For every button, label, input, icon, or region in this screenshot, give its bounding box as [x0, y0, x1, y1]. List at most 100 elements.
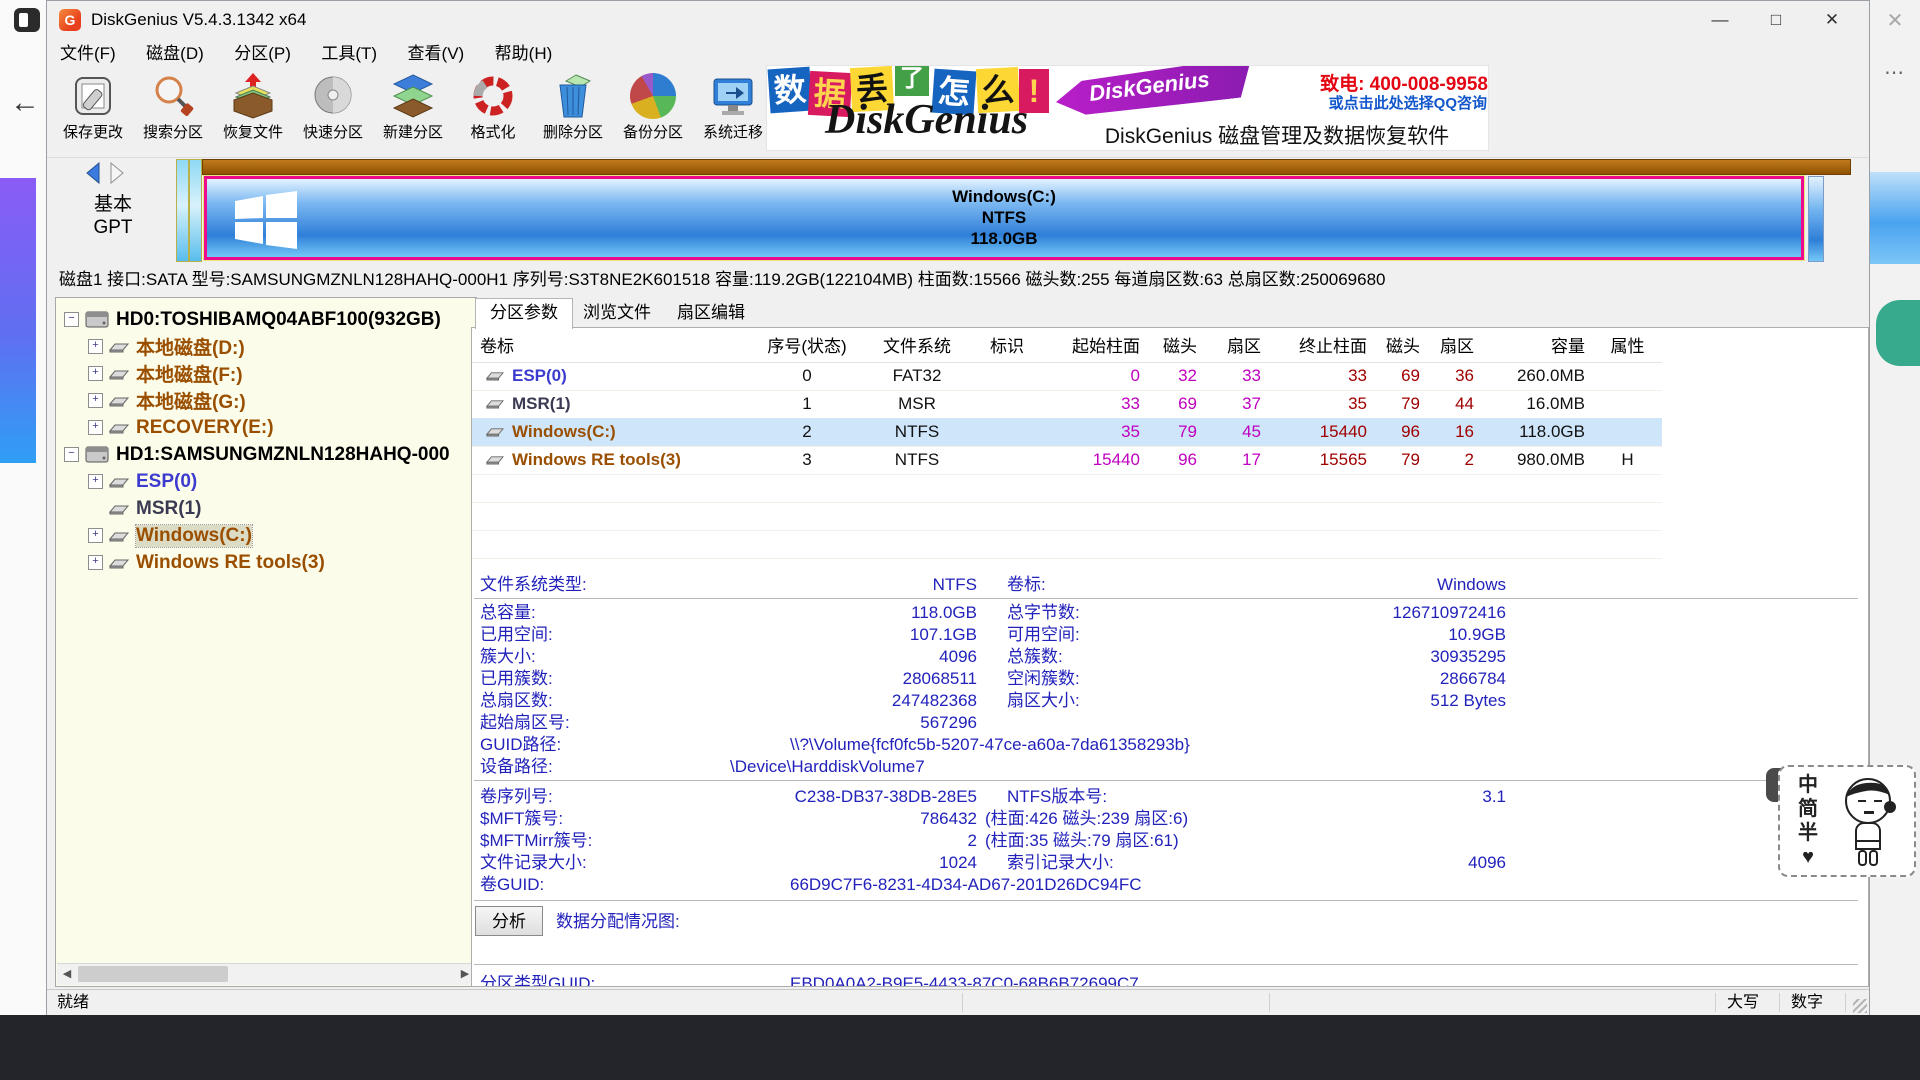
- expand-icon[interactable]: +: [88, 474, 103, 489]
- partition-size: 118.0GB: [207, 228, 1801, 249]
- status-separator: [962, 993, 963, 1012]
- disk-icon: [85, 311, 109, 328]
- analyze-button[interactable]: 分析: [475, 906, 543, 936]
- table-row[interactable]: ESP(0) 0FAT32 03233 336936 260.0MB: [472, 362, 1662, 391]
- title-bar: DiskGenius V5.4.3.1342 x64 — □ ✕: [47, 1, 1869, 39]
- divider: [474, 598, 1858, 599]
- sogou-status-panel[interactable]: 中 简 半 ♥: [1778, 765, 1916, 877]
- pie-icon: [630, 73, 676, 119]
- next-disk-icon: [111, 163, 123, 183]
- maximize-button[interactable]: □: [1748, 1, 1804, 39]
- table-row[interactable]: Windows RE tools(3) 3NTFS 154409617 1556…: [472, 446, 1662, 475]
- menu-dots-icon[interactable]: ⋯: [1884, 60, 1906, 85]
- scroll-left-icon[interactable]: ◀: [57, 964, 77, 984]
- tree-horizontal-scrollbar[interactable]: ◀ ▶: [57, 963, 475, 985]
- status-separator: [1845, 993, 1846, 1012]
- tree-item-disk-d[interactable]: + 本地磁盘(D:): [56, 333, 476, 360]
- disk-map: 基本 GPT Windows(C:) NTFS 118.0GB: [47, 157, 1869, 263]
- back-arrow-icon[interactable]: ←: [10, 86, 40, 120]
- minimize-button[interactable]: —: [1692, 1, 1748, 39]
- tree-item-recovery-e[interactable]: + RECOVERY(E:): [56, 414, 476, 441]
- scrollbar-thumb[interactable]: [78, 966, 228, 982]
- tree-item-disk-f[interactable]: + 本地磁盘(F:): [56, 360, 476, 387]
- banner-ribbon: DiskGenius: [1053, 65, 1256, 120]
- expand-icon[interactable]: +: [88, 366, 103, 381]
- tab-partition-params[interactable]: 分区参数: [475, 298, 573, 329]
- table-row[interactable]: MSR(1) 1MSR 336937 357944 16.0MB: [472, 390, 1662, 419]
- backup-partition-button[interactable]: 备份分区: [613, 71, 693, 155]
- disk-extent-bar[interactable]: [202, 159, 1851, 175]
- status-separator: [1779, 993, 1780, 1012]
- banner-ad[interactable]: 数 据 丢 了 怎 么 ! DiskGenius DiskGenius 致电: …: [766, 65, 1489, 151]
- menu-disk[interactable]: 磁盘(D): [133, 39, 217, 69]
- screen: ← ✕ ⋯ DiskGenius V5.4.3.1342 x64 — □ ✕ 文…: [0, 0, 1920, 1080]
- esp-partition-bar[interactable]: [176, 159, 189, 262]
- winre-partition-bar[interactable]: [1808, 176, 1824, 262]
- status-ready: 就绪: [57, 990, 89, 1015]
- monitor-icon: [710, 73, 756, 119]
- menu-view[interactable]: 查看(V): [395, 39, 478, 69]
- menu-file[interactable]: 文件(F): [47, 39, 129, 69]
- tree-item-hd1[interactable]: − HD1:SAMSUNGMZNLN128HAHQ-000: [56, 441, 476, 468]
- wallpaper-teal-fragment: [1876, 300, 1920, 366]
- table-header: 卷标序号(状态) 文件系统标识 起始柱面磁头 扇区终止柱面 磁头扇区 容量属性: [472, 332, 1662, 363]
- wallpaper-blue-fragment: [1870, 172, 1920, 264]
- menu-help[interactable]: 帮助(H): [482, 39, 566, 69]
- partition-tree: − HD0:TOSHIBAMQ04ABF100(932GB) + 本地磁盘(D:…: [55, 297, 477, 987]
- tree-item-winre[interactable]: + Windows RE tools(3): [56, 549, 476, 576]
- partition-icon: [486, 398, 504, 409]
- banner-tile: 了: [895, 65, 929, 96]
- menu-partition[interactable]: 分区(P): [221, 39, 304, 69]
- recover-files-button[interactable]: 恢复文件: [213, 71, 293, 155]
- search-partition-button[interactable]: 搜索分区: [133, 71, 213, 155]
- tree-item-windows-c[interactable]: + Windows(C:): [56, 522, 476, 549]
- tree-item-hd0[interactable]: − HD0:TOSHIBAMQ04ABF100(932GB): [56, 306, 476, 333]
- expand-icon[interactable]: +: [88, 393, 103, 408]
- tab-browse-files[interactable]: 浏览文件: [569, 299, 665, 327]
- system-migrate-button[interactable]: 系统迁移: [693, 71, 773, 155]
- save-icon: [70, 73, 116, 119]
- sogou-mascot-illustration: [1832, 775, 1904, 871]
- detail-row: 卷序列号:C238-DB37-38DB-28E5 NTFS版本号:3.1: [472, 786, 1862, 808]
- partition-icon: [109, 422, 129, 434]
- menu-tools[interactable]: 工具(T): [308, 39, 390, 69]
- taskbar: W e G intel 中 S 18:37 2022/5/9 2: [0, 1015, 1920, 1080]
- expand-icon[interactable]: +: [88, 555, 103, 570]
- status-num: 数字: [1791, 990, 1823, 1015]
- detail-row-guid-path: GUID路径:\\?\Volume{fcf0fc5b-5207-47ce-a60…: [472, 734, 1862, 756]
- table-row-selected[interactable]: Windows(C:) 2NTFS 357945 154409616 118.0…: [472, 418, 1662, 447]
- partition-icon: [109, 395, 129, 407]
- windows-c-partition-bar[interactable]: Windows(C:) NTFS 118.0GB: [204, 176, 1804, 260]
- resize-grip[interactable]: [1853, 999, 1867, 1013]
- close-button[interactable]: ✕: [1804, 1, 1860, 39]
- expand-icon[interactable]: +: [88, 420, 103, 435]
- background-close-icon[interactable]: ✕: [1878, 6, 1912, 36]
- format-ring-icon: [470, 73, 516, 119]
- save-changes-button[interactable]: 保存更改: [53, 71, 133, 155]
- desktop-wallpaper-strip-left: [0, 178, 36, 463]
- partition-icon: [486, 454, 504, 465]
- disk-nav-arrows[interactable]: [81, 161, 145, 185]
- msr-partition-bar[interactable]: [189, 159, 202, 262]
- expand-icon[interactable]: +: [88, 339, 103, 354]
- quick-partition-button[interactable]: 快速分区: [293, 71, 373, 155]
- tree-item-esp[interactable]: + ESP(0): [56, 468, 476, 495]
- format-button[interactable]: 格式化: [453, 71, 533, 155]
- partition-icon: [109, 476, 129, 488]
- banner-qq-link[interactable]: 或点击此处选择QQ咨询: [1307, 92, 1487, 113]
- collapse-icon[interactable]: −: [64, 312, 79, 327]
- status-separator: [1715, 993, 1716, 1012]
- layers-icon: [390, 73, 436, 119]
- banner-brand: DiskGenius: [825, 96, 1028, 144]
- disk-info-line: 磁盘1 接口:SATA 型号:SAMSUNGMZNLN128HAHQ-000H1…: [47, 263, 1869, 297]
- collapse-icon[interactable]: −: [64, 447, 79, 462]
- recover-icon: [230, 73, 276, 119]
- partition-detail-panel: 分区参数 浏览文件 扇区编辑 卷标序号(状态) 文件系统标识 起始柱面磁头 扇区…: [471, 297, 1869, 987]
- tab-sector-edit[interactable]: 扇区编辑: [663, 299, 759, 327]
- expand-icon[interactable]: +: [88, 528, 103, 543]
- new-partition-button[interactable]: 新建分区: [373, 71, 453, 155]
- tree-item-msr[interactable]: MSR(1): [56, 495, 476, 522]
- delete-partition-button[interactable]: 删除分区: [533, 71, 613, 155]
- reading-mode-icon[interactable]: [14, 8, 40, 32]
- tree-item-disk-g[interactable]: + 本地磁盘(G:): [56, 387, 476, 414]
